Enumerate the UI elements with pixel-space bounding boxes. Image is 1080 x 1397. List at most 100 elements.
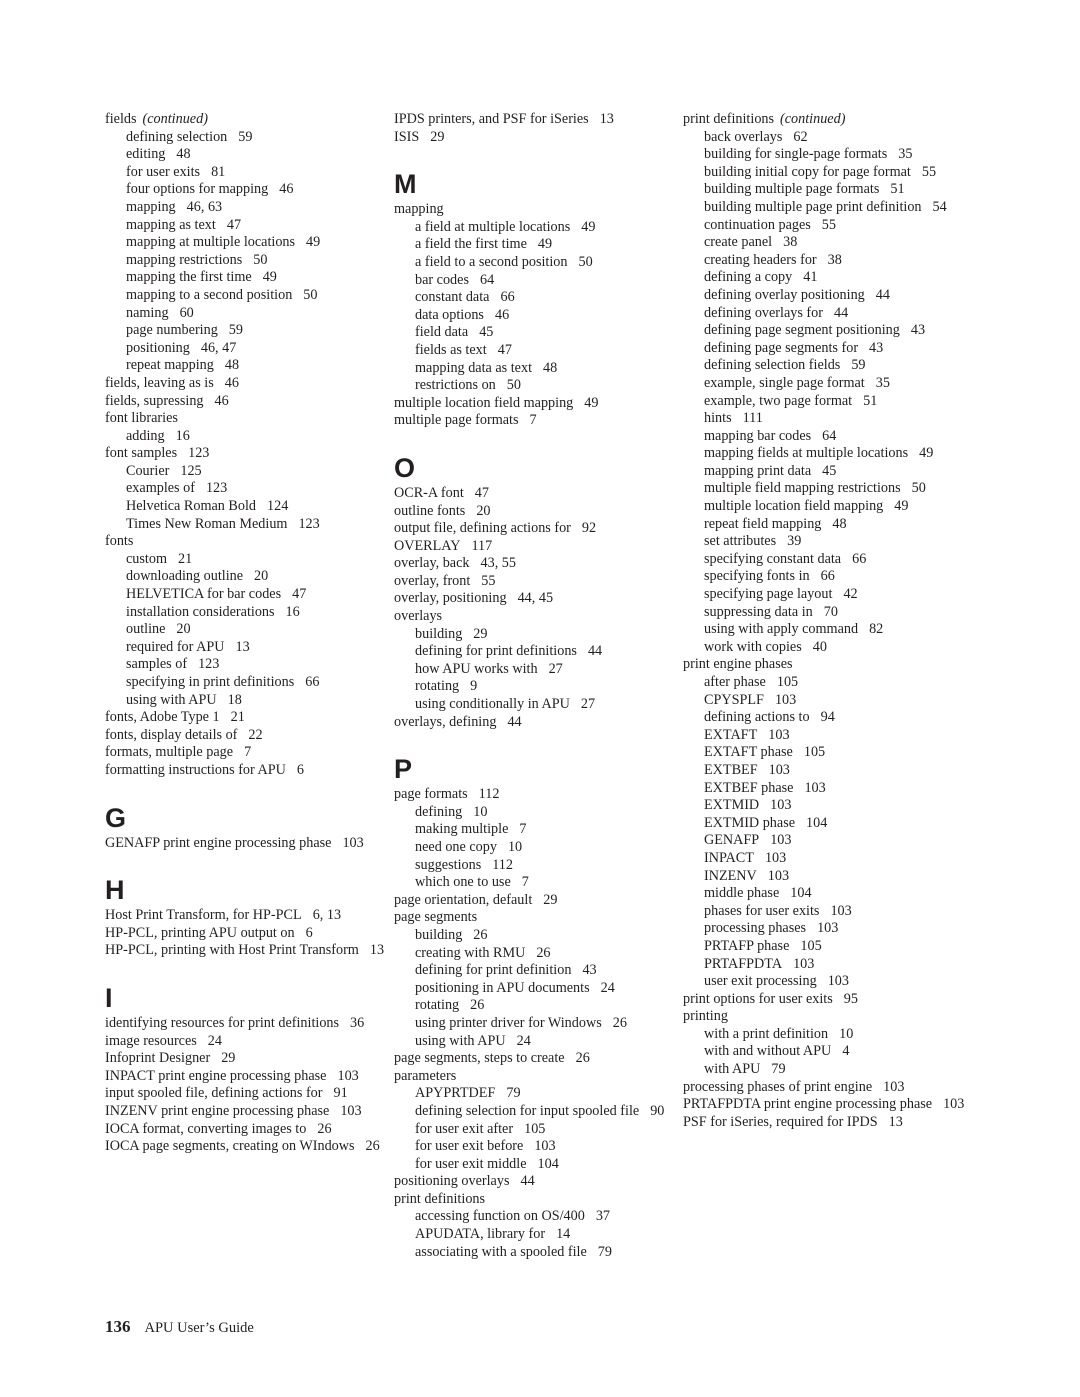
- page-reference: 18: [227, 691, 242, 708]
- index-subentry: fields as text 47: [394, 342, 679, 360]
- index-term: IOCA format, converting images to: [105, 1120, 307, 1137]
- page-reference: 103: [830, 902, 852, 919]
- page-reference: 62: [793, 128, 808, 145]
- index-entry: print options for user exits 95: [683, 991, 968, 1009]
- index-subentry: making multiple 7: [394, 821, 679, 839]
- page-reference: 103: [764, 849, 787, 866]
- page-reference: 103: [804, 779, 826, 796]
- index-term: outline: [126, 621, 166, 638]
- index-subentry: rotating 9: [394, 678, 679, 696]
- index-term: PRTAFPDTA print engine processing phase: [683, 1096, 933, 1113]
- page-reference: 123: [188, 445, 210, 462]
- section-letter-heading: G: [105, 802, 127, 833]
- page-reference: 13: [369, 942, 385, 959]
- index-subentry: defining actions to 94: [683, 709, 968, 727]
- index-subentry: defining overlays for 44: [683, 305, 968, 323]
- index-subentry: PRTAFPDTA 103: [683, 956, 968, 974]
- index-term: IPDS printers, and PSF for iSeries: [394, 111, 589, 127]
- index-entry: IOCA page segments, creating on WIndows 2…: [105, 1138, 390, 1156]
- index-term: fields as text: [415, 341, 487, 358]
- page-reference: 54: [932, 198, 947, 215]
- index-term: EXTBEF phase: [704, 779, 794, 796]
- index-subentry: a field the first time 49: [394, 236, 679, 254]
- page-reference: 10: [473, 803, 488, 820]
- index-entry: formats, multiple page 7: [105, 744, 390, 762]
- page-reference: 6, 13: [312, 907, 342, 924]
- index-entry: page segments, steps to create 26: [394, 1050, 679, 1068]
- index-subentry: installation considerations 16: [105, 604, 390, 622]
- index-subentry: mapping as text 47: [105, 217, 390, 235]
- page-reference: 10: [839, 1025, 854, 1042]
- page-reference: 51: [863, 392, 878, 409]
- index-term: print options for user exits: [683, 990, 833, 1007]
- page-reference: 22: [248, 726, 263, 743]
- page-reference: 60: [179, 304, 194, 321]
- page-reference: 26: [470, 997, 485, 1014]
- page-reference: 46: [279, 181, 294, 198]
- page-reference: 26: [317, 1120, 332, 1137]
- page-reference: 24: [207, 1032, 222, 1049]
- index-term: which one to use: [415, 874, 511, 891]
- index-term: associating with a spooled file: [415, 1243, 587, 1260]
- index-term: mapping restrictions: [126, 251, 243, 268]
- page-reference: 124: [267, 498, 289, 515]
- index-term: using conditionally in APU: [415, 696, 570, 713]
- index-term: defining overlay positioning: [704, 286, 865, 303]
- index-subentry: associating with a spooled file 79: [394, 1244, 679, 1262]
- index-term: output file, defining actions for: [394, 520, 571, 537]
- index-term: print definitions: [683, 111, 775, 127]
- index-column-2: IPDS printers, and PSF for iSeries 13 ISIS…: [394, 111, 679, 1261]
- index-term: OCR-A font: [394, 484, 464, 501]
- index-entry: page segments: [394, 909, 679, 927]
- index-subentry: building 29: [394, 626, 679, 644]
- page-reference: 47: [474, 484, 489, 501]
- index-term: suppressing data in: [704, 603, 813, 620]
- index-subentry: using conditionally in APU 27: [394, 696, 679, 714]
- index-subentry: work with copies 40: [683, 639, 968, 657]
- index-subentry: samples of 123: [105, 656, 390, 674]
- page-reference: 82: [869, 621, 884, 638]
- index-term: INPACT print engine processing phase: [105, 1067, 327, 1084]
- page-reference: 26: [575, 1050, 590, 1067]
- page-reference: 24: [600, 979, 615, 996]
- page-reference: 55: [481, 572, 496, 589]
- index-subentry: repeat field mapping 48: [683, 516, 968, 534]
- page-reference: 21: [230, 709, 245, 726]
- page-reference: 112: [478, 786, 500, 803]
- index-term: outline fonts: [394, 502, 466, 519]
- index-term: defining for print definitions: [415, 643, 577, 660]
- page-reference: 59: [238, 128, 253, 145]
- index-term: middle phase: [704, 885, 780, 902]
- index-entry: PSF for iSeries, required for IPDS 13: [683, 1114, 968, 1132]
- section-letter-heading: M: [394, 169, 417, 200]
- page-reference: 14: [556, 1226, 571, 1243]
- index-entry: ISIS 29: [394, 129, 679, 147]
- index-term: restrictions on: [415, 377, 496, 394]
- index-term: defining: [415, 803, 463, 820]
- page-reference: 103: [767, 867, 790, 884]
- page-reference: 29: [221, 1050, 236, 1067]
- page-reference: 46, 47: [200, 339, 237, 356]
- index-term: defining page segments for: [704, 339, 859, 356]
- index-subentry: accessing function on OS/400 37: [394, 1208, 679, 1226]
- page-reference: 111: [742, 410, 763, 427]
- index-term: identifying resources for print definiti…: [105, 1014, 340, 1031]
- index-subentry: EXTBEF phase 103: [683, 780, 968, 798]
- index-subentry: with and without APU 4: [683, 1043, 968, 1061]
- index-subentry: field data 45: [394, 324, 679, 342]
- index-term: specifying fonts in: [704, 568, 810, 585]
- index-term: fields: [105, 111, 137, 127]
- index-term: page segments, steps to create: [394, 1050, 565, 1067]
- index-term: required for APU: [126, 638, 225, 655]
- page-reference: 39: [787, 533, 802, 550]
- index-term: defining selection fields: [704, 357, 841, 374]
- index-term: HP-PCL, printing with Host Print Transfo…: [105, 942, 359, 959]
- index-subentry: positioning 46, 47: [105, 340, 390, 358]
- page-reference: 104: [806, 814, 828, 831]
- page-reference: 103: [817, 920, 839, 937]
- index-term: rotating: [415, 678, 460, 695]
- index-entry: print definitions (continued): [683, 111, 968, 129]
- index-term: GENAFP: [704, 832, 760, 849]
- page-reference: 48: [543, 359, 558, 376]
- index-term: page orientation, default: [394, 891, 533, 908]
